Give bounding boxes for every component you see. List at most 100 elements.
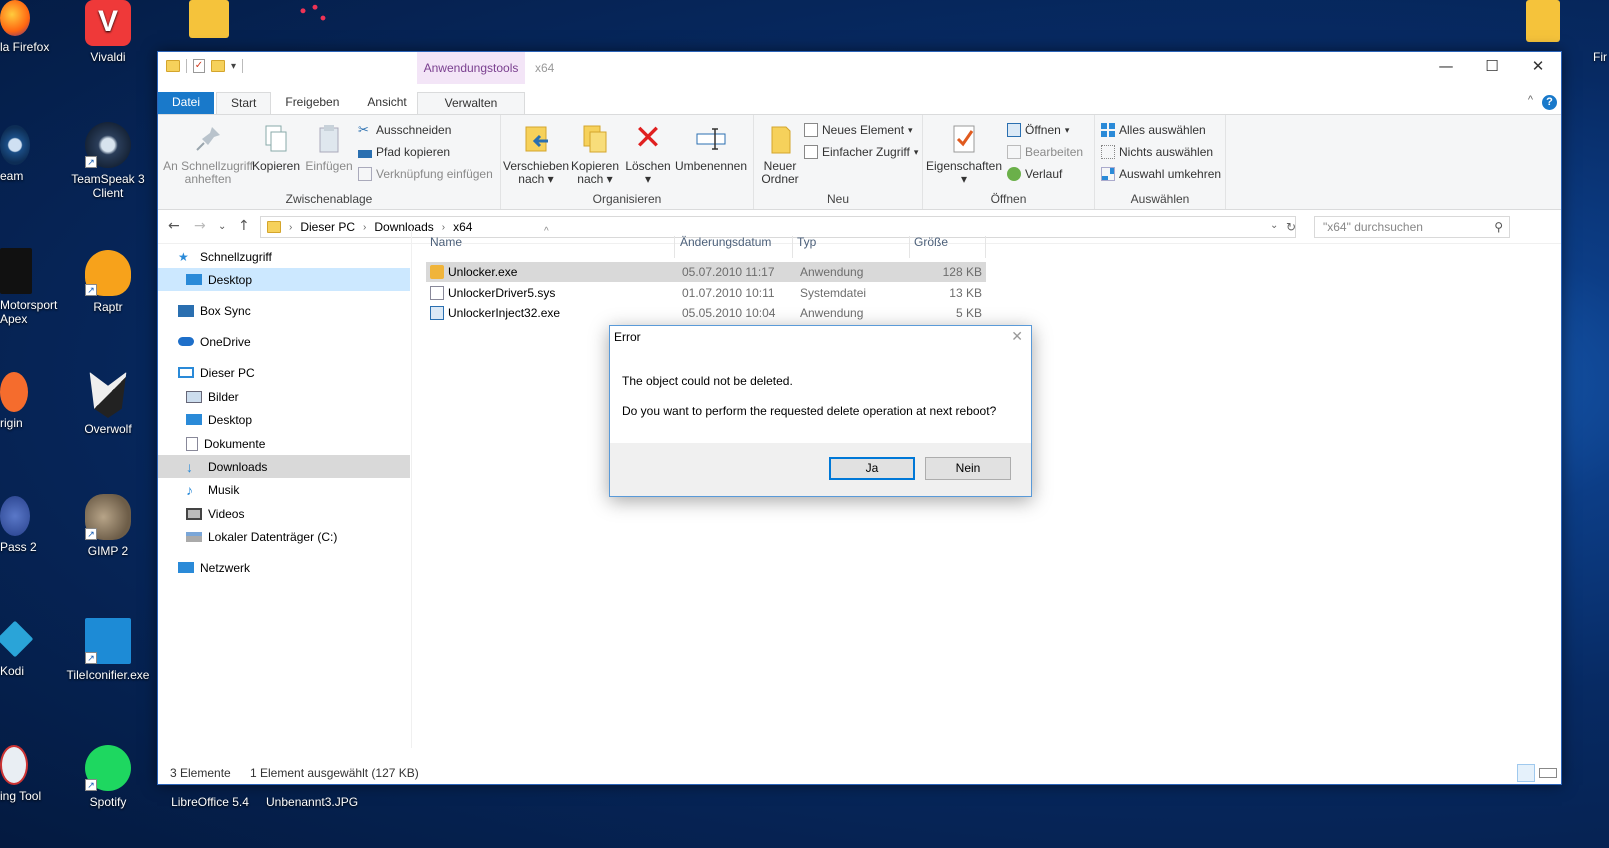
new-folder-button[interactable]: Neuer Ordner	[756, 121, 804, 186]
tab-start[interactable]: Start	[216, 92, 272, 114]
nav-item-videos[interactable]: Videos	[158, 502, 410, 525]
search-input[interactable]: "x64" durchsuchen ⚲	[1314, 216, 1510, 238]
desktop-icon-right-label: Fir	[1593, 50, 1607, 64]
copy-path-button[interactable]: Pfad kopieren	[358, 145, 450, 159]
desktop-icon-forza[interactable]: Motorsport Apex	[0, 248, 60, 326]
details-view-icon[interactable]	[1517, 764, 1535, 782]
select-none-button[interactable]: Nichts auswählen	[1101, 145, 1213, 159]
history-icon	[1007, 167, 1021, 181]
nav-item-music[interactable]: ♪ Musik	[158, 478, 410, 501]
forward-arrow-icon[interactable]: →	[194, 218, 206, 234]
nav-item-box-sync[interactable]: Box Sync	[158, 299, 410, 322]
customize-qat-icon[interactable]: ▾	[231, 61, 236, 72]
desktop-icon-unbenannt3[interactable]: Unbenannt3.JPG	[266, 795, 358, 809]
desktop-icon-kodi[interactable]: Kodi	[0, 620, 34, 678]
desktop-icon-vivaldi[interactable]: V Vivaldi	[65, 0, 151, 64]
properties-icon[interactable]: ✓	[193, 59, 205, 73]
easy-access-button[interactable]: Einfacher Zugriff ▾	[804, 145, 918, 159]
desktop-icon-libreoffice[interactable]: LibreOffice 5.4	[167, 795, 253, 809]
documents-icon	[186, 436, 198, 451]
close-icon[interactable]: ✕	[1011, 326, 1023, 348]
new-item-button[interactable]: Neues Element ▾	[804, 123, 913, 137]
desktop-icon-label: TileIconifier.exe	[66, 668, 150, 682]
collapse-ribbon-icon[interactable]: ^	[1528, 94, 1533, 106]
nav-item-downloads[interactable]: ↓ Downloads	[158, 455, 410, 478]
rename-button[interactable]: Umbenennen	[673, 121, 749, 173]
column-header-type[interactable]: Typ	[793, 236, 910, 258]
maximize-button[interactable]: ☐	[1469, 52, 1515, 82]
close-button[interactable]: ✕	[1515, 52, 1561, 82]
group-label-open: Öffnen	[990, 192, 1027, 206]
refresh-icon[interactable]: ↻	[1286, 220, 1296, 234]
nav-item-quick-access[interactable]: ★ Schnellzugriff	[158, 245, 410, 268]
file-row[interactable]: Unlocker.exe 05.07.2010 11:17 Anwendung …	[426, 262, 986, 282]
tab-share[interactable]: Freigeben	[271, 92, 353, 114]
desktop-icon-folder-right[interactable]	[1500, 0, 1586, 46]
nav-item-documents[interactable]: Dokumente	[158, 432, 410, 455]
invert-selection-button[interactable]: Auswahl umkehren	[1101, 167, 1221, 181]
desktop-icon-snipping-tool[interactable]: ing Tool	[0, 745, 41, 803]
nav-item-this-pc[interactable]: Dieser PC	[158, 361, 410, 384]
error-dialog: Error ✕ The object could not be deleted.…	[609, 325, 1032, 497]
breadcrumb-item[interactable]: Downloads	[374, 220, 433, 234]
desktop-icon-spotify[interactable]: ↗ Spotify	[65, 745, 151, 809]
nav-item-network[interactable]: Netzwerk	[158, 556, 410, 579]
properties-button[interactable]: Eigenschaften ▾	[925, 121, 1003, 186]
sort-ascending-icon: ^	[544, 226, 549, 237]
delete-button[interactable]: ✕ Löschen ▾	[623, 121, 673, 186]
move-to-button[interactable]: Verschieben nach ▾	[503, 121, 569, 186]
recent-locations-icon[interactable]: ⌄	[218, 221, 226, 232]
new-item-icon	[804, 123, 818, 137]
desktop-icon-overwolf[interactable]: Overwolf	[65, 372, 151, 436]
up-arrow-icon[interactable]: ↑	[238, 218, 250, 234]
file-row[interactable]: UnlockerInject32.exe 05.05.2010 10:04 An…	[426, 303, 986, 323]
column-header-size[interactable]: Größe	[910, 236, 986, 258]
desktop-icon-firefox[interactable]: la Firefox	[0, 0, 49, 54]
nav-item-onedrive[interactable]: OneDrive	[158, 330, 410, 353]
desktop-icon-gimp[interactable]: ↗ GIMP 2	[65, 494, 151, 558]
select-none-icon	[1101, 145, 1115, 159]
desktop-icon-raptr[interactable]: ↗ Raptr	[65, 250, 151, 314]
desktop-icon-dots[interactable]	[268, 0, 354, 40]
edit-button[interactable]: Bearbeiten	[1007, 145, 1083, 159]
ribbon-tabs: Datei Start Freigeben Ansicht Verwalten …	[158, 92, 1561, 114]
nav-item-desktop[interactable]: Desktop	[158, 408, 410, 431]
desktop-icon-steam[interactable]: eam	[0, 125, 30, 183]
file-row[interactable]: UnlockerDriver5.sys 01.07.2010 10:11 Sys…	[426, 283, 986, 303]
no-button[interactable]: Nein	[925, 457, 1011, 480]
breadcrumb-item[interactable]: Dieser PC	[300, 220, 355, 234]
open-button[interactable]: Öffnen ▾	[1007, 123, 1069, 137]
select-all-button[interactable]: Alles auswählen	[1101, 123, 1206, 137]
desktop-icon-keepass[interactable]: Pass 2	[0, 496, 37, 554]
cut-button[interactable]: ✂ Ausschneiden	[358, 123, 451, 138]
nav-item-pictures[interactable]: Bilder	[158, 385, 410, 408]
help-icon[interactable]: ?	[1542, 95, 1557, 110]
nav-item-desktop-pinned[interactable]: Desktop	[158, 268, 410, 291]
tab-manage[interactable]: Verwalten	[417, 92, 525, 114]
paste-button[interactable]: Einfügen	[302, 121, 356, 173]
address-dropdown-icon[interactable]: ⌄	[1270, 220, 1278, 231]
system-file-icon	[430, 286, 444, 300]
desktop-icon-tileiconifier[interactable]: ↗ TileIconifier.exe	[65, 618, 151, 682]
desktop-icon-label: TeamSpeak 3 Client	[71, 172, 145, 200]
desktop-icon-folder-top[interactable]	[166, 0, 252, 42]
column-header-date[interactable]: Änderungsdatum	[676, 236, 793, 258]
tab-view[interactable]: Ansicht	[353, 92, 420, 114]
group-label-clipboard: Zwischenablage	[285, 192, 373, 206]
nav-item-local-disk[interactable]: Lokaler Datenträger (C:)	[158, 525, 410, 548]
back-arrow-icon[interactable]: ←	[168, 218, 180, 234]
yes-button[interactable]: Ja	[829, 457, 915, 480]
copy-button[interactable]: Kopieren	[250, 121, 302, 173]
paste-shortcut-button[interactable]: Verknüpfung einfügen	[358, 167, 493, 181]
minimize-button[interactable]: —	[1423, 52, 1469, 82]
tab-file[interactable]: Datei	[158, 92, 215, 114]
pin-quick-access-button[interactable]: An Schnellzugriff anheften	[162, 121, 254, 186]
copy-to-button[interactable]: Kopieren nach ▾	[569, 121, 621, 186]
history-button[interactable]: Verlauf	[1007, 167, 1062, 181]
desktop-icon-label: la Firefox	[0, 40, 50, 54]
new-folder-icon[interactable]	[211, 60, 225, 72]
large-icons-view-icon[interactable]	[1539, 768, 1557, 778]
desktop-icon-origin[interactable]: rigin	[0, 372, 28, 430]
desktop-icon-teamspeak[interactable]: ↗ TeamSpeak 3 Client	[65, 122, 151, 200]
column-header-name[interactable]: Name	[426, 236, 675, 258]
